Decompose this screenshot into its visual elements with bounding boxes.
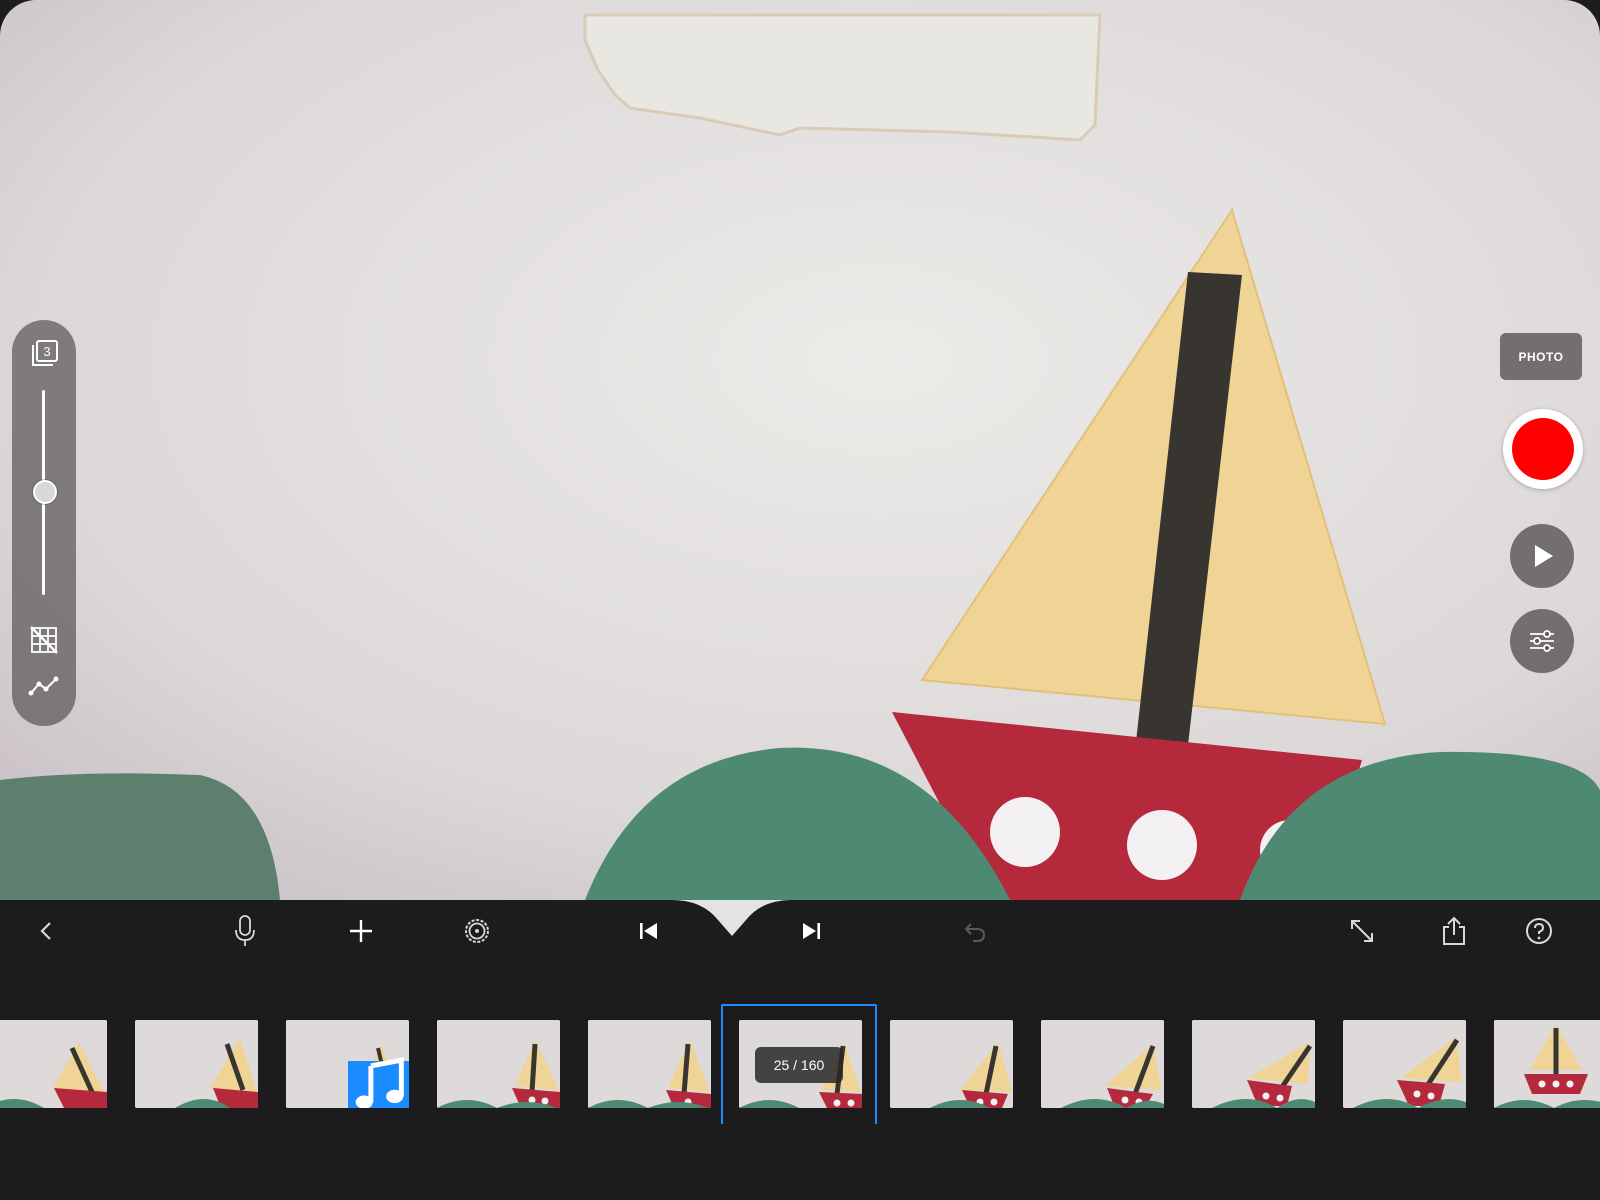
- fullscreen-button[interactable]: [1340, 909, 1384, 953]
- app-window: 3 PHOTO 25 / 160: [0, 0, 1600, 1200]
- photo-mode-button[interactable]: PHOTO: [1500, 333, 1582, 380]
- record-audio-button[interactable]: [223, 909, 267, 953]
- capture-button[interactable]: [1503, 409, 1583, 489]
- microphone-icon: [235, 915, 255, 946]
- plus-icon: [350, 920, 372, 942]
- frame-thumbnail[interactable]: [1041, 1020, 1164, 1108]
- undo-button[interactable]: [953, 909, 997, 953]
- add-button[interactable]: [339, 909, 383, 953]
- onion-opacity-thumb[interactable]: [33, 480, 57, 504]
- help-icon: [1526, 918, 1552, 944]
- frame-thumbnail[interactable]: [1192, 1020, 1315, 1108]
- frame-thumbnail[interactable]: [1494, 1020, 1600, 1108]
- undo-icon: [964, 923, 986, 942]
- camera-viewport[interactable]: 3 PHOTO: [0, 0, 1600, 900]
- frame-thumbnail[interactable]: [1343, 1020, 1466, 1108]
- onion-skin-panel: 3: [12, 320, 76, 726]
- frame-thumbnail[interactable]: [890, 1020, 1013, 1108]
- audio-marker[interactable]: [348, 1056, 409, 1108]
- camera-settings-button[interactable]: [1510, 609, 1574, 673]
- music-note-icon: [355, 1056, 404, 1108]
- sailboat-scene: [0, 0, 1600, 900]
- onion-skin-icon[interactable]: 3: [12, 332, 76, 376]
- skip-to-end-button[interactable]: [789, 909, 833, 953]
- onion-skin-count: 3: [43, 344, 50, 359]
- frame-counter: 25 / 160: [755, 1047, 843, 1083]
- current-frame-pointer: [672, 900, 792, 936]
- filmstrip[interactable]: 25 / 160: [0, 1004, 1600, 1124]
- back-button[interactable]: [24, 909, 68, 953]
- play-icon: [1535, 545, 1553, 567]
- back-icon: [40, 922, 51, 940]
- graph-icon[interactable]: [12, 666, 76, 706]
- skip-to-start-button[interactable]: [627, 909, 671, 953]
- play-button[interactable]: [1510, 524, 1574, 588]
- project-settings-button[interactable]: [455, 909, 499, 953]
- frame-thumbnail[interactable]: [0, 1020, 107, 1108]
- share-button[interactable]: [1432, 909, 1476, 953]
- record-icon: [1512, 418, 1574, 480]
- photo-mode-label: PHOTO: [1518, 349, 1564, 364]
- frame-thumbnail[interactable]: [588, 1020, 711, 1108]
- frame-thumbnail[interactable]: [135, 1020, 258, 1108]
- expand-icon: [1351, 920, 1373, 942]
- share-icon: [1443, 916, 1465, 945]
- sliders-icon: [1530, 630, 1554, 652]
- help-button[interactable]: [1517, 909, 1561, 953]
- skip-to-start-icon: [640, 923, 657, 939]
- grid-off-icon[interactable]: [12, 620, 76, 660]
- frame-thumbnail[interactable]: [437, 1020, 560, 1108]
- skip-to-end-icon: [803, 923, 820, 939]
- frame-thumbnail[interactable]: [286, 1020, 409, 1108]
- settings-icon: [465, 919, 489, 943]
